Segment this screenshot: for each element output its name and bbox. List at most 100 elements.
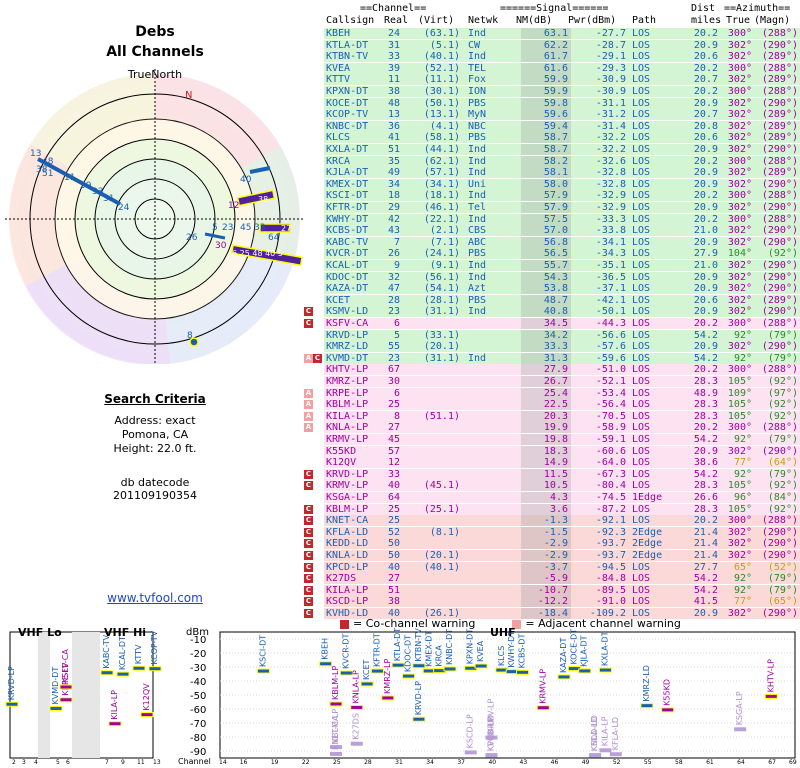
- table-row[interactable]: KOCE-DT 48 (50.1) PBS 59.8 -31.1 LOS 20.9 302° (2…: [324, 97, 800, 109]
- cell-mag: (290°): [761, 306, 798, 318]
- table-row[interactable]: KRCA 35 (62.1) Ind 58.2 -32.6 LOS 20.2 300° (288°…: [324, 155, 800, 167]
- cell-pwr: -57.6: [595, 341, 626, 353]
- table-row[interactable]: KNET-CA 25 -1.3 -92.1 LOS 20.2 300° (288°): [324, 515, 800, 527]
- cell-virt: (40.1): [423, 51, 460, 63]
- cell-real: 40: [387, 561, 400, 573]
- table-row[interactable]: KTLA-DT 31 (5.1) CW 62.2 -28.7 LOS 20.9 302° (290…: [324, 39, 800, 51]
- cell-pwr: -32.2: [595, 144, 626, 155]
- table-row[interactable]: KVCR-DT 26 (24.1) PBS 56.5 -34.3 LOS 27.9 104° (9…: [324, 248, 800, 260]
- cell-pwr: -92.3: [595, 526, 626, 538]
- cell-dist: 27.7: [693, 561, 718, 573]
- table-row[interactable]: KSCI-DT 18 (18.1) Ind 57.9 -32.9 LOS 20.2 300° (2…: [324, 190, 800, 202]
- cell-nm: 14.9: [543, 457, 568, 469]
- table-row[interactable]: KBLM-LP 25 (25.1) 3.6 -87.2 LOS 28.3 105° (92°): [324, 503, 800, 515]
- table-row[interactable]: KCAL-DT 9 (9.1) Ind 55.7 -35.1 LOS 21.0 302° (290…: [324, 260, 800, 271]
- cell-nm: 19.8: [543, 434, 568, 445]
- table-row[interactable]: KSFV-CA 6 34.5 -44.3 LOS 20.2 300° (288°): [324, 318, 800, 329]
- tvfool-link[interactable]: www.tvfool.com: [0, 591, 310, 605]
- cell-virt: (62.1): [423, 155, 460, 167]
- table-row[interactable]: KNLA-LP 27 19.9 -58.9 LOS 20.2 300° (288°): [324, 422, 800, 434]
- cell-real: 6: [393, 318, 400, 329]
- cell-tru: 300°: [727, 364, 752, 376]
- cell-dist: 20.2: [693, 318, 718, 329]
- table-row[interactable]: KCOP-TV 13 (13.1) MyN 59.6 -31.2 LOS 20.7 302° (2…: [324, 109, 800, 121]
- table-row[interactable]: KABC-TV 7 (7.1) ABC 56.8 -34.1 LOS 20.9 302° (290…: [324, 236, 800, 248]
- cell-nm: 48.7: [543, 294, 568, 306]
- svg-text:8: 8: [187, 331, 193, 341]
- cell-net: PBS: [468, 97, 487, 109]
- cell-real: 42: [387, 213, 400, 225]
- table-row[interactable]: KXLA-DT 51 (44.1) Ind 58.7 -32.2 LOS 20.9 302° (2…: [324, 144, 800, 155]
- table-row[interactable]: KILA-LP 51 -10.7 -89.5 LOS 54.2 92° (79°): [324, 584, 800, 596]
- signal-bar-label: KCOP-TV: [150, 630, 159, 664]
- table-row[interactable]: KRMV-LP 45 19.8 -59.1 LOS 54.2 92° (79°): [324, 434, 800, 445]
- cell-real: 33: [387, 51, 400, 63]
- signal-bar-label: KAZA-DT: [559, 638, 568, 673]
- table-row[interactable]: KCBS-DT 43 (2.1) CBS 57.0 -33.8 LOS 21.0 302° (29…: [324, 225, 800, 237]
- signal-bar: [609, 752, 622, 757]
- cell-call: KPXN-DT: [326, 86, 369, 97]
- cochannel-warning-icon: C: [304, 504, 313, 514]
- cochannel-warning-icon: C: [313, 353, 322, 363]
- signal-bar: [148, 666, 162, 672]
- cell-tru: 77°: [733, 457, 752, 469]
- adjacent-warning-icon: A: [304, 411, 313, 421]
- table-row[interactable]: KILA-LP 8 (51.1) 20.3 -70.5 LOS 28.3 105° (92°): [324, 410, 800, 422]
- table-row[interactable]: KCET 28 (28.1) PBS 48.7 -42.1 LOS 20.6 302° (289°…: [324, 294, 800, 306]
- signal-bar: [391, 662, 405, 668]
- table-row[interactable]: KRMV-LP 40 (45.1) 10.5 -80.4 LOS 28.3 105° (92°): [324, 480, 800, 492]
- table-row[interactable]: KMEX-DT 34 (34.1) Uni 58.0 -32.8 LOS 20.9 302° (2…: [324, 178, 800, 190]
- table-row[interactable]: KLCS 41 (58.1) PBS 58.7 -32.2 LOS 20.6 302° (289°…: [324, 132, 800, 144]
- cell-real: 11: [387, 74, 400, 86]
- table-row[interactable]: KTBN-TV 33 (40.1) Ind 61.7 -29.1 LOS 20.6 302° (2…: [324, 51, 800, 63]
- table-row[interactable]: KWHY-DT 42 (22.1) Ind 57.5 -33.3 LOS 20.2 300° (2…: [324, 213, 800, 225]
- table-row[interactable]: KTTV 11 (11.1) Fox 59.9 -30.9 LOS 20.7 302° (289°…: [324, 74, 800, 86]
- table-row[interactable]: KJLA-DT 49 (57.1) Ind 58.1 -32.8 LOS 20.9 302° (2…: [324, 167, 800, 179]
- table-row[interactable]: KMRZ-LD 55 (20.1) 33.3 -57.6 LOS 20.9 302° (290°…: [324, 341, 800, 353]
- table-row[interactable]: KPXN-DT 38 (30.1) ION 59.9 -30.9 LOS 20.2 300° (2…: [324, 86, 800, 97]
- svg-text:26: 26: [186, 233, 198, 243]
- channel-tick-label: 7: [105, 759, 109, 766]
- table-row[interactable]: KSGA-LP 64 4.3 -74.5 1Edge 26.6 96° (84°): [324, 492, 800, 503]
- cell-path: LOS: [632, 39, 651, 51]
- cell-path: LOS: [632, 306, 651, 318]
- cell-real: 57: [387, 445, 400, 457]
- cell-virt: (31.1): [423, 352, 460, 364]
- cell-real: 27: [387, 573, 400, 585]
- signal-bar-label: KLCS: [497, 646, 506, 666]
- table-row[interactable]: KRVD-LP 33 11.5 -67.3 LOS 54.2 92° (79°): [324, 468, 800, 480]
- table-row[interactable]: KAZA-DT 47 (54.1) Azt 53.8 -37.1 LOS 20.9 302° (2…: [324, 283, 800, 295]
- cell-dist: 20.7: [693, 109, 718, 121]
- cell-nm: -10.7: [537, 584, 568, 596]
- table-row[interactable]: KEDD-LD 50 -2.9 -93.7 2Edge 21.4 302° (290°): [324, 538, 800, 550]
- cell-dist: 28.3: [693, 503, 718, 515]
- cell-mag: (290°): [761, 144, 798, 155]
- cell-virt: (8.1): [429, 526, 460, 538]
- cell-real: 49: [387, 167, 400, 179]
- table-row[interactable]: KRVD-LP 5 (33.1) 34.2 -56.6 LOS 54.2 92° (79°): [324, 329, 800, 341]
- table-row[interactable]: KNBC-DT 36 (4.1) NBC 59.4 -31.4 LOS 20.8 302° (28…: [324, 120, 800, 132]
- table-row[interactable]: K12QV 12 14.9 -64.0 LOS 38.6 77° (64°): [324, 457, 800, 469]
- table-row[interactable]: KFLA-LD 52 (8.1) -1.5 -92.3 2Edge 21.4 302° (290…: [324, 526, 800, 538]
- table-row[interactable]: KDOC-DT 32 (56.1) Ind 54.3 -36.5 LOS 20.9 302° (2…: [324, 271, 800, 283]
- table-row[interactable]: KFTR-DT 29 (46.1) Tel 57.9 -32.9 LOS 20.9 302° (2…: [324, 202, 800, 213]
- dbm-tick-label: -20: [190, 649, 206, 660]
- table-row[interactable]: KBLM-LP 25 22.5 -56.4 LOS 28.3 105° (92°): [324, 399, 800, 411]
- table-row[interactable]: K55KD 57 18.3 -60.6 LOS 20.9 302° (290°): [324, 445, 800, 457]
- table-row[interactable]: KBEH 24 (63.1) Ind 63.1 -27.7 LOS 20.2 300° (288°…: [324, 28, 800, 39]
- table-row[interactable]: KMRZ-LP 30 26.7 -52.1 LOS 28.3 105° (92°): [324, 376, 800, 387]
- table-row[interactable]: K27DS 27 -5.9 -84.8 LOS 54.2 92° (79°): [324, 573, 800, 585]
- table-row[interactable]: KVMD-DT 23 (31.1) Ind 31.3 -59.6 LOS 54.2 92° (79…: [324, 352, 800, 364]
- table-row[interactable]: KSMV-LD 23 (31.1) Ind 40.8 -50.1 LOS 20.9 302° (2…: [324, 306, 800, 318]
- signal-bar: [557, 674, 571, 680]
- cell-tru: 302°: [727, 608, 752, 619]
- table-row[interactable]: KSCD-LP 38 -12.2 -91.0 LOS 41.5 77° (65°): [324, 596, 800, 608]
- table-row[interactable]: KHTV-LP 67 27.9 -51.0 LOS 20.2 300° (288°): [324, 364, 800, 376]
- table-row[interactable]: KNLA-LD 50 (20.1) -2.9 -93.7 2Edge 21.4 302° (29…: [324, 550, 800, 561]
- table-row[interactable]: KPCD-LP 40 (40.1) -3.7 -94.5 LOS 27.7 65° (52°): [324, 561, 800, 573]
- cell-mag: (290°): [761, 550, 798, 561]
- table-row[interactable]: KRPE-LP 6 25.4 -53.4 LOS 48.9 109° (97°): [324, 387, 800, 399]
- table-row[interactable]: KVEA 39 (52.1) TEL 61.6 -29.3 LOS 20.2 300° (288°…: [324, 62, 800, 74]
- cell-real: 32: [387, 271, 400, 283]
- cell-dist: 20.2: [693, 155, 718, 167]
